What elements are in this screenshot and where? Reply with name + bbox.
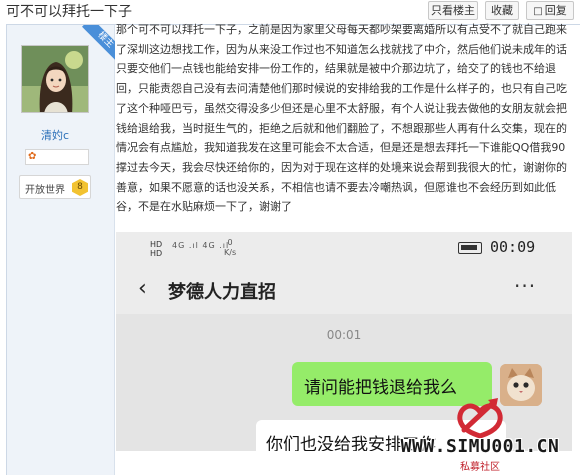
status-time: 00:09	[490, 238, 536, 256]
author-only-button[interactable]: 只看楼主	[428, 1, 478, 20]
network-speed: 0 K/s	[224, 238, 237, 257]
medal-row: ✿	[25, 149, 89, 165]
more-icon: ···	[514, 274, 537, 298]
user-level: 开放世界 8	[19, 175, 91, 199]
site-watermark: WWW.SIMU001.CN 私募社区	[380, 390, 580, 475]
op-ribbon-label: 楼主	[82, 25, 115, 64]
post-body: 那个可不可以拜托一下子，之前是因为家里父母每天都吵架要离婚所以有点受不了就自己跑…	[116, 23, 567, 214]
battery-icon	[458, 242, 482, 254]
chat-name: 梦德人力直招	[168, 282, 276, 303]
watermark-logo-icon	[457, 398, 503, 439]
watermark-url: WWW.SIMU001.CN	[400, 436, 560, 457]
level-name: 开放世界	[25, 185, 65, 196]
level-badge-icon: 8	[72, 179, 88, 196]
reply-label: 回复	[544, 4, 567, 17]
signal-icon: 4G .ıl 4G .ıl	[172, 241, 230, 250]
favorite-button[interactable]: 收藏	[485, 1, 519, 20]
chat-timestamp: 00:01	[326, 328, 362, 342]
chat-header: ‹ 梦德人力直招 ···	[116, 266, 572, 314]
watermark-subtitle: 私募社区	[460, 462, 500, 473]
reply-icon: □	[533, 6, 543, 17]
username-link[interactable]: 清妁c	[7, 127, 103, 143]
author-sidebar: 楼主 清妁c ✿ 开放世界 8	[7, 25, 115, 475]
thread-header: 可不可以拜托一下子 只看楼主 收藏 □ 回复	[0, 0, 580, 22]
back-arrow-icon: ‹	[138, 276, 147, 301]
medal-icon: ✿	[28, 151, 37, 162]
thread-title: 可不可以拜托一下子	[6, 4, 132, 20]
op-ribbon: 楼主	[75, 25, 115, 65]
phone-status-bar: HD HD 4G .ıl 4G .ıl 0 K/s 00:09	[116, 232, 572, 266]
reply-button[interactable]: □ 回复	[526, 1, 574, 20]
hd-indicator: HD HD	[150, 240, 163, 258]
